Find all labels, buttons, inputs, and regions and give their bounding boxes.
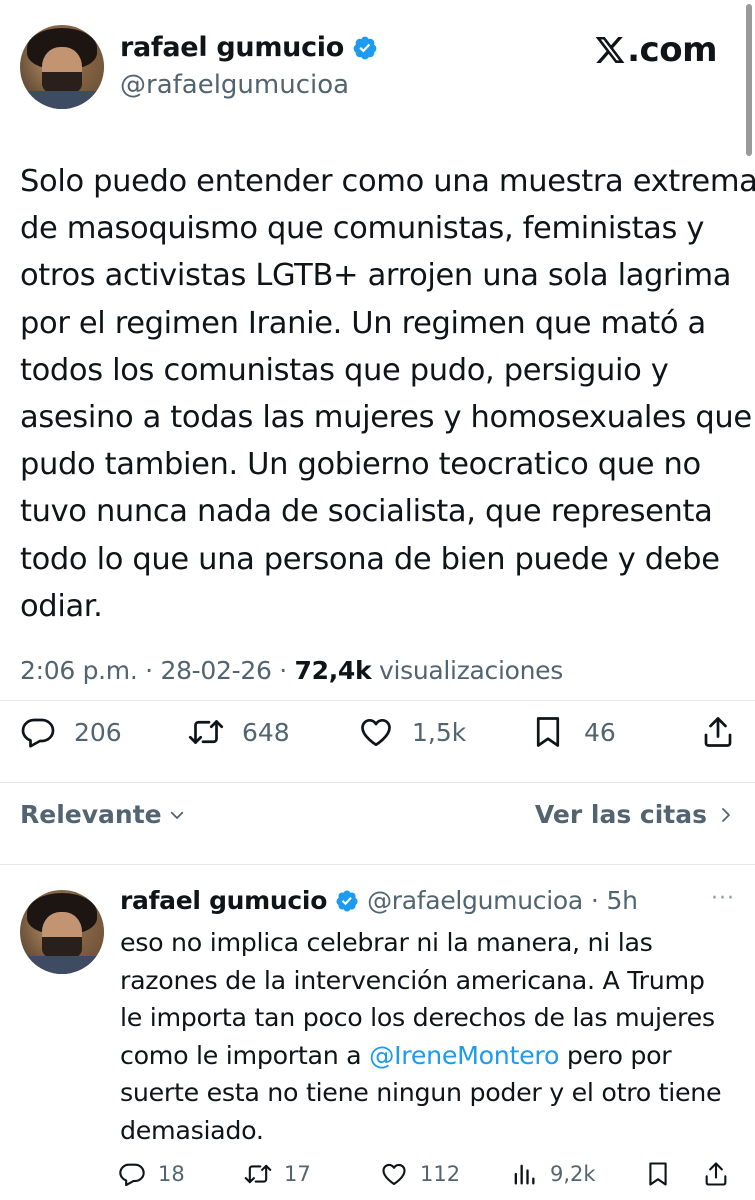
quotes-label: Ver las citas (534, 800, 707, 829)
reply-age[interactable]: 5h (607, 886, 638, 915)
reply-line: suerte esta no tiene ningun poder y el o… (120, 1078, 722, 1107)
tweet-line: odiar. (20, 588, 103, 624)
tweet-line: tuvo nunca nada de socialista, que repre… (20, 494, 713, 530)
reply-repost-button[interactable]: 17 (244, 1160, 311, 1188)
x-logo: .com (594, 30, 717, 70)
reply-author-avatar[interactable] (20, 890, 104, 974)
tweet-line: todos los comunistas que pudo, persiguio… (20, 352, 669, 388)
repost-button[interactable]: 648 (188, 714, 290, 750)
bookmark-count: 46 (584, 717, 616, 747)
tweet-date[interactable]: 28-02-26 (160, 656, 271, 685)
heart-icon (382, 1163, 406, 1185)
reply-like-button[interactable]: 112 (380, 1160, 460, 1188)
views-label: visualizaciones (378, 656, 563, 685)
view-count: 72,4k (294, 656, 372, 685)
reply-reply-button[interactable]: 18 (118, 1160, 185, 1188)
reply-count: 206 (74, 717, 122, 747)
divider (0, 700, 755, 701)
tweet-line: por el regimen Iranie. Un regimen que ma… (20, 305, 706, 341)
reply-like-count: 112 (420, 1162, 461, 1186)
tweet-meta: 2:06 p.m. · 28-02-26 · 72,4k visualizaci… (20, 656, 563, 685)
separator: · (145, 656, 161, 685)
view-quotes-link[interactable]: Ver las citas (535, 800, 735, 829)
tweet-text: Solo puedo entender como una muestra ext… (20, 158, 755, 630)
reply-header: rafael gumucio @rafaelgumucioa · 5h (120, 886, 638, 915)
reply-text-segment: pero por (559, 1040, 672, 1070)
share-icon (704, 717, 732, 747)
author-handle[interactable]: @rafaelgumucioa (120, 70, 349, 100)
divider (0, 782, 755, 783)
author-name-row[interactable]: rafael gumucio (120, 32, 378, 63)
tweet-actions: 206 648 1,5k 46 (20, 714, 740, 766)
reply-views-button[interactable]: 9,2k (510, 1160, 596, 1188)
reply-bookmark-button[interactable] (644, 1160, 672, 1188)
sort-label: Relevante (20, 800, 162, 829)
bookmark-button[interactable]: 46 (530, 714, 616, 750)
share-button[interactable] (700, 714, 736, 750)
author-avatar[interactable] (20, 25, 104, 109)
verified-badge-icon (336, 890, 358, 911)
separator: · (590, 886, 599, 915)
reply-text: eso no implica celebrar ni la manera, ni… (120, 924, 750, 1149)
author-name[interactable]: rafael gumucio (120, 32, 344, 63)
tweet-line: pudo tambien. Un gobierno teocratico que… (20, 447, 701, 483)
tweet-line: todo lo que una persona de bien puede y … (20, 541, 720, 577)
more-options-icon[interactable]: ··· (711, 886, 735, 911)
separator: · (279, 656, 295, 685)
tweet-time[interactable]: 2:06 p.m. (20, 656, 138, 685)
reply-line: como le importan a @IreneMontero pero po… (120, 1037, 750, 1075)
site-label: .com (627, 30, 717, 70)
like-count: 1,5k (412, 717, 467, 747)
reply-share-button[interactable] (702, 1160, 730, 1188)
analytics-icon (514, 1164, 535, 1185)
repost-icon (244, 1164, 272, 1184)
comment-icon (21, 718, 55, 748)
mention-link[interactable]: @IreneMontero (369, 1041, 559, 1070)
tweet-line: Solo puedo entender como una muestra ext… (20, 164, 755, 199)
bookmark-icon (649, 1162, 667, 1186)
reply-repost-count: 17 (284, 1162, 311, 1186)
reply-reply-count: 18 (158, 1162, 185, 1186)
reply-view-count: 9,2k (550, 1162, 596, 1186)
reply-line: eso no implica celebrar ni la manera, ni… (120, 928, 653, 957)
sort-dropdown[interactable]: Relevante (20, 800, 186, 829)
reply-author-name[interactable]: rafael gumucio (120, 886, 327, 915)
reply-line: razones de la intervención americana. A … (120, 965, 705, 995)
repost-icon (188, 720, 224, 744)
comment-icon (119, 1163, 145, 1187)
chevron-right-icon (722, 807, 730, 822)
tweet-line: de masoquismo que comunistas, feministas… (20, 211, 705, 247)
reply-button[interactable]: 206 (20, 714, 122, 750)
reply-author-handle[interactable]: @rafaelgumucioa (367, 886, 583, 915)
tweet-line: otros activistas LGTB+ arrojen una sola … (20, 258, 732, 294)
reply-line: demasiado. (120, 1115, 264, 1145)
heart-icon (361, 718, 391, 747)
tweet-line: asesino a todas las mujeres y homosexual… (20, 400, 752, 436)
reply-actions: 18 17 112 9,2k (118, 1160, 748, 1196)
reply-text-segment: como le importan a (120, 1040, 370, 1070)
verified-badge-icon (353, 36, 377, 59)
x-icon (595, 37, 625, 63)
scrollbar[interactable] (746, 4, 752, 156)
divider (0, 864, 755, 865)
share-icon (705, 1162, 727, 1186)
bookmark-icon (536, 717, 560, 747)
reply-line: le importa tan poco los derechos de las … (120, 1003, 715, 1032)
like-button[interactable]: 1,5k (358, 714, 466, 750)
chevron-down-icon (170, 811, 183, 819)
repost-count: 648 (242, 717, 290, 747)
